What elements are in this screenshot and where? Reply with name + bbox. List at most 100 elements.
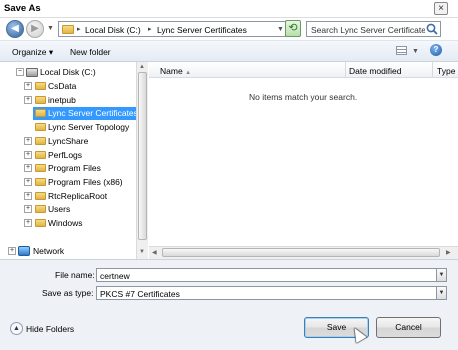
tree-item-perflogs[interactable]: + PerfLogs — [0, 149, 136, 162]
folder-icon — [35, 137, 46, 145]
tree-item-label: Local Disk (C:) — [40, 67, 96, 77]
collapse-toggle[interactable]: − — [16, 68, 24, 76]
column-divider[interactable] — [432, 62, 433, 78]
search-input[interactable]: Search Lync Server Certificates — [306, 21, 441, 37]
tree-item-rtcreplicaroot[interactable]: + RtcReplicaRoot — [0, 190, 136, 203]
folder-icon — [35, 82, 46, 90]
tree-item-program-files-x86[interactable]: + Program Files (x86) — [0, 176, 136, 189]
hide-folders-button[interactable]: ▲ Hide Folders — [10, 321, 75, 337]
expand-toggle[interactable]: + — [24, 151, 32, 159]
expand-toggle[interactable]: + — [24, 164, 32, 172]
refresh-button[interactable]: ⟲ — [285, 20, 301, 37]
tree-item-label: PerfLogs — [48, 150, 83, 160]
breadcrumb-local-disk[interactable]: Local Disk (C:) — [85, 25, 141, 35]
close-button[interactable]: × — [434, 2, 448, 15]
breadcrumb-lync-server-certificates[interactable]: Lync Server Certificates — [157, 25, 247, 35]
tree-item-label: Program Files (x86) — [48, 177, 123, 187]
breadcrumb-separator[interactable]: ▸ — [148, 25, 152, 33]
expand-toggle[interactable]: + — [24, 192, 32, 200]
scroll-down-arrow[interactable]: ▼ — [139, 249, 145, 255]
folder-icon — [35, 205, 46, 213]
tree-item-label: Users — [48, 204, 71, 214]
file-name-dropdown[interactable]: ▼ — [436, 268, 447, 282]
column-header-name[interactable]: Name ▲ — [160, 66, 191, 76]
window-title: Save As — [4, 3, 41, 14]
column-divider[interactable] — [345, 62, 346, 78]
tree-item-label: RtcReplicaRoot — [48, 191, 108, 201]
expand-toggle[interactable]: + — [24, 219, 32, 227]
tree-item-label: inetpub — [48, 95, 76, 105]
breadcrumb-separator[interactable]: ▸ — [77, 25, 81, 33]
search-button[interactable] — [425, 21, 441, 37]
expand-toggle[interactable]: + — [24, 205, 32, 213]
cancel-button[interactable]: Cancel — [376, 317, 441, 338]
save-as-type-dropdown[interactable]: ▼ — [436, 286, 447, 300]
expand-toggle[interactable]: + — [24, 82, 32, 90]
tree-item-windows[interactable]: + Windows — [0, 217, 136, 230]
folder-icon — [35, 123, 46, 131]
change-view-icon[interactable] — [396, 46, 407, 55]
tree-item-label: Network — [33, 246, 65, 256]
expand-toggle[interactable]: + — [24, 96, 32, 104]
expand-toggle[interactable]: + — [24, 178, 32, 186]
empty-message: No items match your search. — [249, 92, 358, 102]
network-icon — [18, 246, 30, 256]
search-icon — [426, 23, 438, 35]
column-header-date-modified[interactable]: Date modified — [349, 66, 401, 76]
column-header-row: Name ▲ Date modified Type — [149, 62, 458, 78]
hide-folders-label: Hide Folders — [26, 324, 75, 334]
tree-item-label: Lync Server Certificates — [48, 108, 138, 118]
folder-icon — [35, 151, 46, 159]
organize-menu[interactable]: Organize ▾ — [12, 47, 53, 58]
local-disk-icon — [26, 68, 38, 77]
command-toolbar: Organize ▾ New folder — [0, 40, 458, 62]
folder-icon — [35, 192, 46, 200]
tree-item-label: CsData — [48, 81, 77, 91]
save-as-dialog: Save As × ◀ ▶ ▼ ▸ Local Disk (C:) ▸ Lync… — [0, 0, 458, 350]
expand-toggle[interactable]: + — [8, 247, 16, 255]
tree-item-lync-server-topology[interactable]: Lync Server Topology — [0, 121, 136, 134]
folder-icon — [35, 96, 46, 104]
folder-icon — [35, 219, 46, 227]
address-bar[interactable]: ▸ Local Disk (C:) ▸ Lync Server Certific… — [58, 21, 286, 37]
forward-button[interactable]: ▶ — [26, 20, 44, 38]
folder-icon — [35, 164, 46, 172]
scroll-right-arrow[interactable]: ▶ — [446, 249, 451, 256]
save-as-type-label: Save as type: — [42, 288, 94, 298]
chevron-up-icon: ▲ — [10, 322, 23, 335]
tree-item-label: LyncShare — [48, 136, 89, 146]
tree-item-users[interactable]: + Users — [0, 203, 136, 216]
new-folder-button[interactable]: New folder — [70, 47, 111, 57]
tree-item-lyncshare[interactable]: + LyncShare — [0, 135, 136, 148]
organize-label: Organize — [12, 47, 47, 57]
scroll-left-arrow[interactable]: ◀ — [152, 249, 157, 256]
scroll-up-arrow[interactable]: ▲ — [139, 64, 145, 70]
column-label: Name — [160, 66, 183, 76]
horizontal-scroll-thumb[interactable] — [162, 248, 440, 257]
address-dropdown[interactable]: ▼ — [277, 26, 284, 33]
help-icon[interactable]: ? — [430, 44, 442, 56]
folder-icon — [35, 109, 46, 117]
tree-item-label: Windows — [48, 218, 83, 228]
tree-item-label: Program Files — [48, 163, 101, 173]
tree-item-lync-server-certificates[interactable]: Lync Server Certificates — [33, 107, 138, 120]
nav-pane-scroll-thumb[interactable] — [138, 72, 147, 240]
tree-item-program-files[interactable]: + Program Files — [0, 162, 136, 175]
navigation-pane: − Local Disk (C:) + CsData + inetpub Lyn… — [0, 62, 148, 259]
tree-item-network[interactable]: + Network — [0, 245, 136, 258]
back-button[interactable]: ◀ — [6, 20, 24, 38]
tree-item-inetpub[interactable]: + inetpub — [0, 94, 136, 107]
folder-icon — [35, 178, 46, 186]
folder-icon — [62, 25, 74, 34]
save-as-type-select[interactable]: PKCS #7 Certificates — [96, 286, 447, 300]
tree-item-label: Lync Server Topology — [48, 122, 130, 132]
recent-pages-dropdown[interactable]: ▼ — [47, 25, 54, 32]
file-name-input[interactable]: certnew — [96, 268, 447, 282]
view-options-dropdown[interactable]: ▼ — [412, 48, 419, 55]
title-bar: Save As × — [0, 0, 458, 18]
column-header-type[interactable]: Type — [437, 66, 455, 76]
tree-item-local-disk[interactable]: − Local Disk (C:) — [0, 66, 136, 79]
file-name-label: File name: — [55, 270, 95, 280]
expand-toggle[interactable]: + — [24, 137, 32, 145]
tree-item-csdata[interactable]: + CsData — [0, 80, 136, 93]
